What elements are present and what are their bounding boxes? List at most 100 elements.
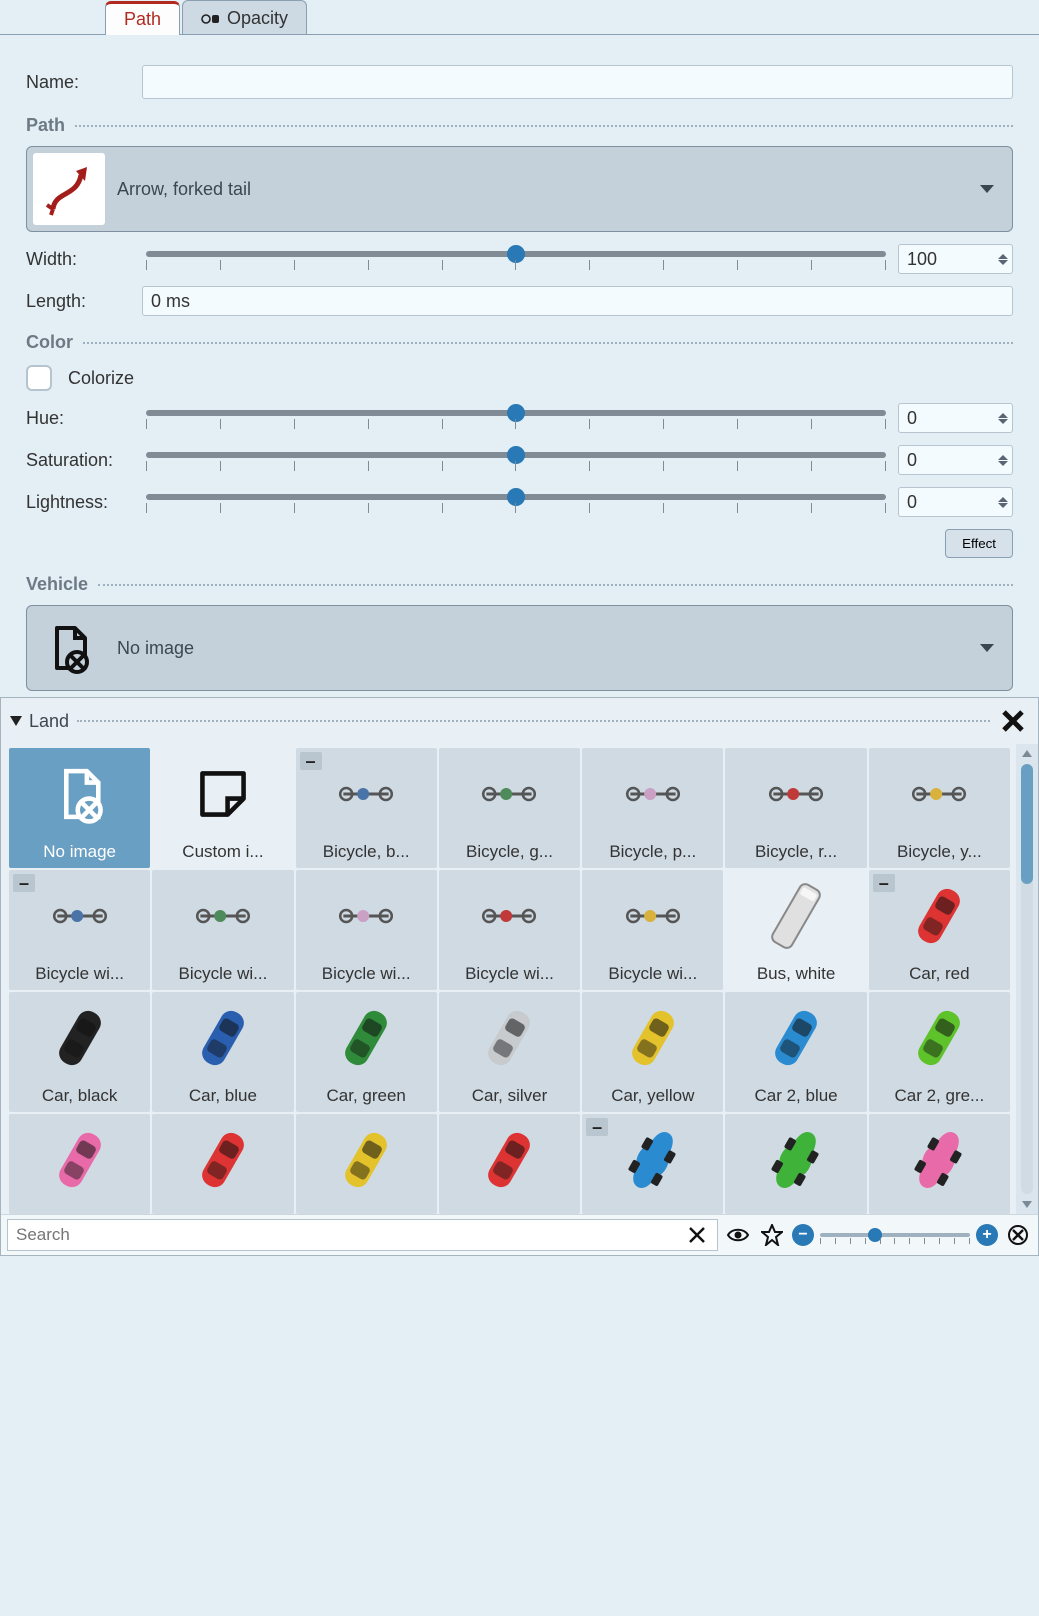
picker-cell[interactable]: –: [582, 1114, 723, 1214]
light-value: 0: [907, 492, 917, 513]
picker-cell[interactable]: Bicycle, y...: [869, 748, 1010, 868]
picker-cell-label: Car, yellow: [582, 1084, 723, 1108]
spin-up-icon[interactable]: [998, 455, 1008, 460]
collapse-minus-icon[interactable]: –: [300, 752, 322, 770]
sat-spin[interactable]: 0: [898, 445, 1013, 475]
picker-cell[interactable]: Car, silver: [439, 992, 580, 1112]
tab-path[interactable]: Path: [105, 1, 180, 35]
vehicle-thumb-icon: [439, 992, 580, 1084]
name-input[interactable]: [142, 65, 1013, 99]
picker-cell[interactable]: [725, 1114, 866, 1214]
picker-cell[interactable]: [439, 1114, 580, 1214]
scroll-down-icon[interactable]: [1022, 1201, 1032, 1208]
picker-cell[interactable]: – Car, red: [869, 870, 1010, 990]
tab-path-label: Path: [124, 9, 161, 30]
picker-cell-label: Car, red: [869, 962, 1010, 986]
spin-up-icon[interactable]: [998, 413, 1008, 418]
hue-spin[interactable]: 0: [898, 403, 1013, 433]
width-spin[interactable]: 100: [898, 244, 1013, 274]
picker-cell-label: Car, green: [296, 1084, 437, 1108]
picker-cell[interactable]: No image: [9, 748, 150, 868]
effect-button[interactable]: Effect: [945, 529, 1013, 558]
collapse-icon[interactable]: [10, 716, 22, 726]
picker-cell-label: Custom i...: [152, 840, 293, 864]
picker-cell[interactable]: –Bicycle, b...: [296, 748, 437, 868]
spin-down-icon[interactable]: [998, 419, 1008, 424]
target-x-icon[interactable]: [1004, 1221, 1032, 1249]
picker-cell[interactable]: [152, 1114, 293, 1214]
vehicle-thumb-icon: [296, 992, 437, 1084]
vehicle-thumb-icon: [582, 870, 723, 962]
path-style-label: Arrow, forked tail: [117, 179, 968, 200]
picker-cell[interactable]: Bicycle, r...: [725, 748, 866, 868]
spin-down-icon[interactable]: [998, 461, 1008, 466]
vehicle-thumb-icon: [582, 748, 723, 840]
section-path: Path: [26, 115, 1013, 136]
width-slider[interactable]: [146, 245, 886, 273]
collapse-minus-icon[interactable]: –: [873, 874, 895, 892]
picker-cell-label: No image: [9, 840, 150, 864]
length-spin[interactable]: 0 ms: [142, 286, 1013, 316]
vehicle-thumb-icon: [9, 992, 150, 1084]
vehicle-thumb-icon: [869, 748, 1010, 840]
picker-cell[interactable]: Bicycle wi...: [582, 870, 723, 990]
hue-label: Hue:: [26, 408, 134, 429]
light-spin[interactable]: 0: [898, 487, 1013, 517]
colorize-checkbox[interactable]: [26, 365, 52, 391]
picker-cell[interactable]: Car, yellow: [582, 992, 723, 1112]
vehicle-thumb-icon: [296, 1114, 437, 1206]
spin-down-icon[interactable]: [998, 260, 1008, 265]
picker-cell[interactable]: Car 2, blue: [725, 992, 866, 1112]
zoom-out-icon[interactable]: −: [792, 1224, 814, 1246]
picker-cell[interactable]: Bus, white: [725, 870, 866, 990]
spin-up-icon[interactable]: [998, 497, 1008, 502]
eye-icon[interactable]: [724, 1221, 752, 1249]
spin-down-icon[interactable]: [998, 503, 1008, 508]
picker-cell[interactable]: Car, blue: [152, 992, 293, 1112]
star-icon[interactable]: [758, 1221, 786, 1249]
picker-cell-label: [9, 1206, 150, 1210]
picker-cell[interactable]: Car 2, gre...: [869, 992, 1010, 1112]
picker-scrollbar[interactable]: [1016, 744, 1038, 1214]
length-value: 0 ms: [151, 291, 190, 312]
picker-cell[interactable]: [296, 1114, 437, 1214]
light-slider[interactable]: [146, 488, 886, 516]
zoom-in-icon[interactable]: +: [976, 1224, 998, 1246]
picker-cell[interactable]: Car, green: [296, 992, 437, 1112]
sat-slider[interactable]: [146, 446, 886, 474]
vehicle-dropdown[interactable]: No image: [26, 605, 1013, 691]
picker-cell[interactable]: – Bicycle wi...: [9, 870, 150, 990]
picker-cell[interactable]: Bicycle, g...: [439, 748, 580, 868]
picker-cell[interactable]: [869, 1114, 1010, 1214]
spin-up-icon[interactable]: [998, 254, 1008, 259]
search-input[interactable]: [14, 1224, 683, 1246]
section-vehicle: Vehicle: [26, 574, 1013, 595]
picker-cell[interactable]: Bicycle wi...: [152, 870, 293, 990]
clear-search-icon[interactable]: [683, 1221, 711, 1249]
zoom-slider[interactable]: [820, 1226, 970, 1244]
section-color: Color: [26, 332, 1013, 353]
picker-cell[interactable]: Custom i...: [152, 748, 293, 868]
vehicle-thumb-icon: [296, 870, 437, 962]
picker-cell[interactable]: [9, 1114, 150, 1214]
picker-cell-label: Bicycle wi...: [9, 962, 150, 986]
hue-slider[interactable]: [146, 404, 886, 432]
picker-cell[interactable]: Bicycle wi...: [296, 870, 437, 990]
picker-cell-label: Bicycle wi...: [152, 962, 293, 986]
picker-category-label: Land: [29, 711, 69, 732]
picker-cell[interactable]: Car, black: [9, 992, 150, 1112]
vehicle-thumb-icon: [152, 1114, 293, 1206]
path-style-dropdown[interactable]: Arrow, forked tail: [26, 146, 1013, 232]
search-box[interactable]: [7, 1219, 718, 1251]
collapse-minus-icon[interactable]: –: [13, 874, 35, 892]
picker-cell-label: Car 2, gre...: [869, 1084, 1010, 1108]
picker-cell-label: Bicycle, g...: [439, 840, 580, 864]
vehicle-thumb-icon: [869, 1114, 1010, 1206]
collapse-minus-icon[interactable]: –: [586, 1118, 608, 1136]
picker-cell[interactable]: Bicycle, p...: [582, 748, 723, 868]
picker-cell-label: [439, 1206, 580, 1210]
scroll-up-icon[interactable]: [1022, 750, 1032, 757]
picker-cell[interactable]: Bicycle wi...: [439, 870, 580, 990]
tab-opacity[interactable]: Opacity: [182, 0, 307, 34]
close-icon[interactable]: [998, 706, 1028, 736]
